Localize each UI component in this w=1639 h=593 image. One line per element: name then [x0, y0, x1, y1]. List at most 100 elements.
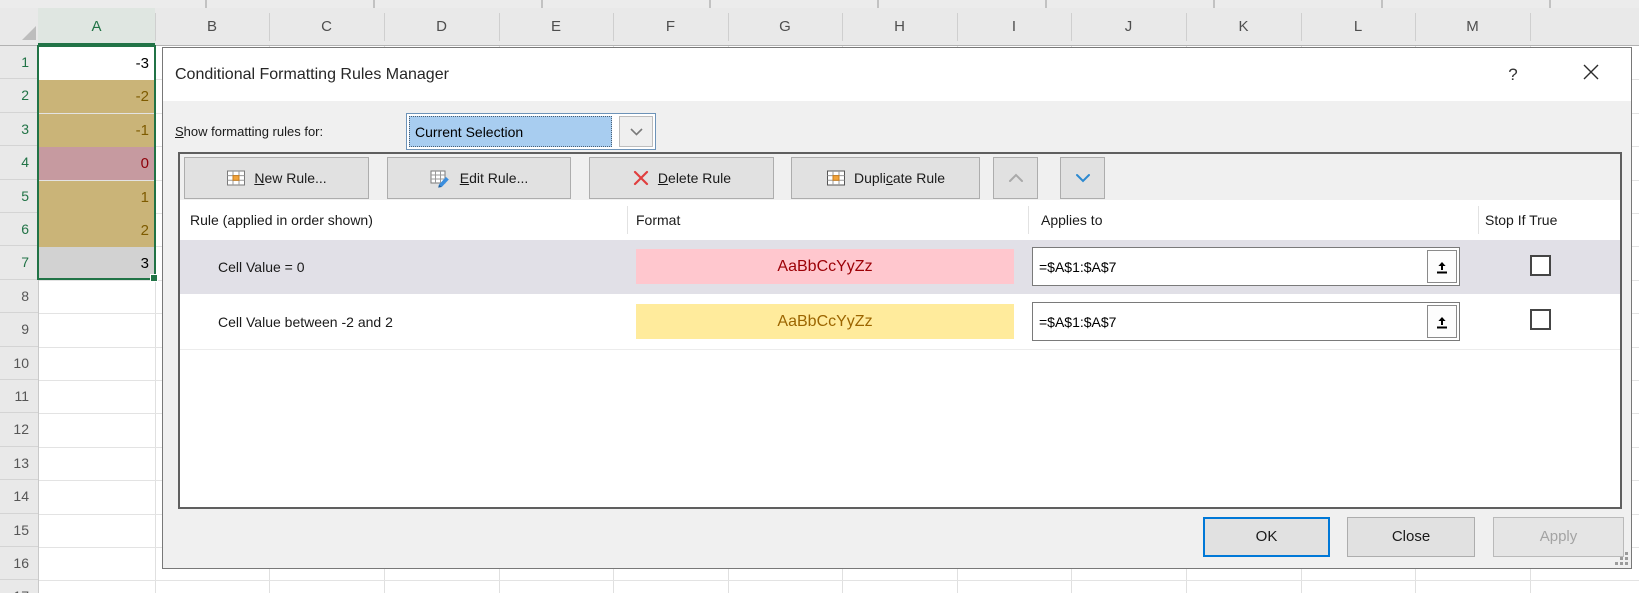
row-header-2[interactable]: 2 [0, 79, 38, 112]
row-header-8[interactable]: 8 [0, 280, 38, 313]
column-header-c[interactable]: C [269, 8, 384, 45]
resize-grip[interactable] [1615, 552, 1628, 565]
column-header-separator [499, 13, 500, 41]
rule-row[interactable]: Cell Value between -2 and 2 AaBbCcYyZz =… [180, 294, 1620, 350]
row-header-3[interactable]: 3 [0, 113, 38, 146]
selection-fill-handle[interactable] [150, 274, 158, 282]
row-header-11[interactable]: 11 [0, 380, 38, 413]
top-strip-tick [1549, 0, 1551, 8]
applies-to-value: =$A$1:$A$7 [1033, 314, 1425, 330]
rules-list-frame: New Rule... Edit Rule... Delete Rul [178, 152, 1622, 509]
column-header-l[interactable]: L [1301, 8, 1415, 45]
ok-button[interactable]: OK [1203, 517, 1330, 557]
formula-bar-edge [0, 0, 1639, 8]
row-header-15[interactable]: 15 [0, 514, 38, 547]
column-header-separator [613, 13, 614, 41]
row-header-5[interactable]: 5 [0, 180, 38, 213]
column-header-applies-to: Applies to [1041, 200, 1102, 240]
applies-to-field[interactable]: =$A$1:$A$7 [1032, 302, 1460, 341]
top-strip-tick [709, 0, 711, 8]
collapse-dialog-button[interactable] [1427, 305, 1457, 338]
column-header-g[interactable]: G [728, 8, 842, 45]
row-header-7[interactable]: 7 [0, 246, 38, 279]
select-all-triangle-icon [22, 26, 36, 40]
row-header-13[interactable]: 13 [0, 447, 38, 480]
dropdown-chevron-button[interactable] [619, 116, 653, 147]
column-header-separator [1071, 13, 1072, 41]
row-header-9[interactable]: 9 [0, 313, 38, 346]
column-header-k[interactable]: K [1186, 8, 1301, 45]
column-header-b[interactable]: B [155, 8, 269, 45]
show-rules-selected-value: Current Selection [409, 116, 612, 147]
conditional-formatting-rules-manager-dialog: Conditional Formatting Rules Manager ? S… [162, 47, 1632, 569]
row-header-12[interactable]: 12 [0, 413, 38, 446]
selection-border [37, 45, 156, 280]
column-header-j[interactable]: J [1071, 8, 1186, 45]
collapse-dialog-button[interactable] [1427, 250, 1457, 283]
duplicate-rule-button[interactable]: Duplicate Rule [791, 157, 980, 199]
row-header-1[interactable]: 1 [0, 46, 38, 79]
dialog-titlebar[interactable]: Conditional Formatting Rules Manager ? [163, 48, 1631, 101]
column-header-a[interactable]: A [38, 8, 155, 45]
column-header-h[interactable]: H [842, 8, 957, 45]
top-strip-tick [205, 0, 207, 8]
dialog-title: Conditional Formatting Rules Manager [175, 48, 449, 101]
column-header-separator [957, 13, 958, 41]
move-rule-up-button[interactable] [993, 157, 1038, 199]
column-header-i[interactable]: I [957, 8, 1071, 45]
row-header-17[interactable]: 17 [0, 580, 38, 593]
format-preview: AaBbCcYyZz [636, 304, 1014, 339]
close-icon[interactable] [1577, 62, 1605, 88]
column-header-m[interactable]: M [1415, 8, 1530, 45]
rule-row-selected[interactable]: Cell Value = 0 AaBbCcYyZz =$A$1:$A$7 [180, 240, 1620, 294]
delete-rule-button[interactable]: Delete Rule [589, 157, 774, 199]
column-header-d[interactable]: D [384, 8, 499, 45]
delete-x-icon [632, 169, 650, 187]
top-strip-tick [373, 0, 375, 8]
excel-screen: ABCDEFGHIJKLM1234567891011121314151617-3… [0, 0, 1639, 593]
column-header-separator [269, 13, 270, 41]
column-header-separator [1530, 13, 1531, 41]
column-header-separator [155, 13, 156, 41]
move-rule-down-button[interactable] [1060, 157, 1105, 199]
column-header-stop-if-true: Stop If True [1485, 200, 1557, 240]
column-header-format: Format [636, 200, 680, 240]
help-icon[interactable]: ? [1499, 62, 1527, 88]
chevron-up-icon [1008, 173, 1024, 183]
applies-to-value: =$A$1:$A$7 [1033, 259, 1425, 275]
top-strip-tick [1213, 0, 1215, 8]
close-button[interactable]: Close [1347, 517, 1475, 557]
chevron-down-icon [1075, 173, 1091, 183]
new-rule-label: New Rule... [254, 170, 326, 186]
collapse-range-icon [1434, 314, 1450, 330]
column-header-f[interactable]: F [613, 8, 728, 45]
apply-button-disabled: Apply [1493, 517, 1624, 557]
header-separator [1478, 206, 1479, 234]
header-separator [627, 206, 628, 234]
column-header-e[interactable]: E [499, 8, 613, 45]
row-header-14[interactable]: 14 [0, 480, 38, 513]
rule-description: Cell Value = 0 [218, 240, 305, 294]
stop-if-true-checkbox[interactable] [1530, 309, 1551, 330]
row-header-4[interactable]: 4 [0, 146, 38, 179]
top-strip-tick [1045, 0, 1047, 8]
edit-rule-button[interactable]: Edit Rule... [387, 157, 571, 199]
row-header-10[interactable]: 10 [0, 347, 38, 380]
column-header-separator [384, 13, 385, 41]
new-rule-grid-icon [226, 168, 246, 188]
row-header-6[interactable]: 6 [0, 213, 38, 246]
column-header-rule: Rule (applied in order shown) [190, 200, 373, 240]
stop-if-true-checkbox[interactable] [1530, 255, 1551, 276]
column-header-separator [1415, 13, 1416, 41]
row-header-16[interactable]: 16 [0, 547, 38, 580]
column-header-separator [1301, 13, 1302, 41]
chevron-down-icon [630, 128, 643, 136]
collapse-range-icon [1434, 259, 1450, 275]
combo-gap [614, 114, 617, 149]
applies-to-field[interactable]: =$A$1:$A$7 [1032, 247, 1460, 286]
gridline-horizontal [38, 580, 1639, 581]
show-rules-label: Show formatting rules for: [175, 113, 323, 150]
new-rule-button[interactable]: New Rule... [184, 157, 369, 199]
show-rules-dropdown[interactable]: Current Selection [406, 113, 656, 150]
column-header-separator [728, 13, 729, 41]
